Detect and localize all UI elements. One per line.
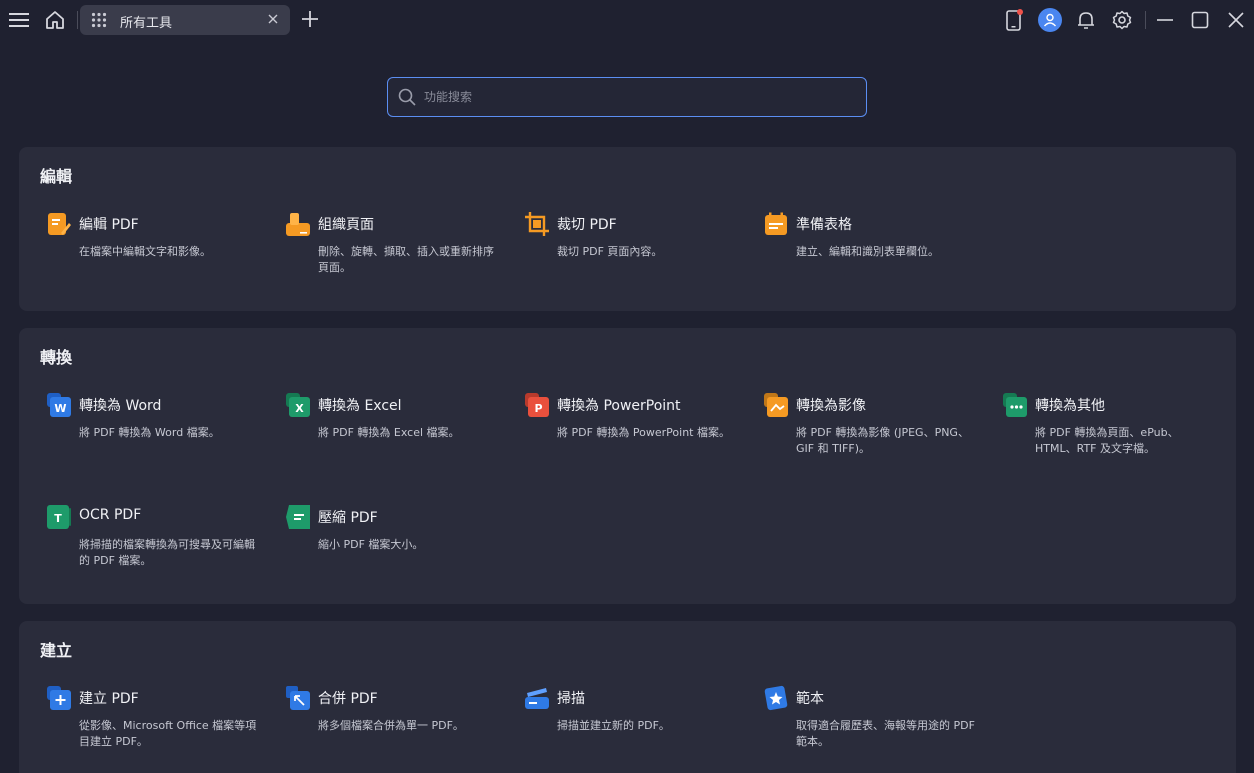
tool-name: 掃描 (557, 691, 585, 707)
organize-pages-icon (286, 213, 310, 236)
tool-description: 掃描並建立新的 PDF。 (557, 719, 670, 732)
divider (77, 11, 78, 29)
create-pdf-icon (47, 686, 71, 710)
tool-description: 在檔案中編輯文字和影像。 (79, 245, 211, 258)
gear-icon[interactable] (1111, 9, 1133, 31)
close-icon[interactable] (1225, 9, 1247, 31)
ocr-icon: T (47, 505, 71, 529)
other-format-icon (1003, 393, 1027, 417)
tool-description: 建立、編輯和識別表單欄位。 (796, 245, 939, 258)
tool-name: 範本 (796, 691, 824, 707)
tool-description: 將 PDF 轉換為 Word 檔案。 (79, 426, 220, 439)
svg-text:T: T (54, 512, 62, 525)
mobile-device-icon[interactable] (1003, 8, 1025, 32)
title-bar: 所有工具 (0, 0, 1254, 40)
close-tab-icon[interactable] (266, 12, 280, 26)
prepare-form-icon (765, 212, 787, 235)
tool-name: 轉換為 Excel (318, 398, 402, 414)
new-tab-icon[interactable] (299, 8, 321, 30)
tool-description: 將掃描的檔案轉換為可搜尋及可編輯的 PDF 檔案。 (79, 538, 255, 567)
divider (1145, 11, 1146, 29)
tool-name: 轉換為 PowerPoint (557, 398, 681, 414)
section-convert: 轉換 W 轉換為 Word 將 PDF 轉換為 Word 檔案。 X 轉換為 E… (19, 328, 1236, 604)
powerpoint-icon: P (525, 393, 549, 417)
tool-description: 縮小 PDF 檔案大小。 (318, 538, 424, 551)
menu-icon[interactable] (8, 9, 30, 31)
compress-icon (286, 505, 310, 529)
tool-description: 將 PDF 轉換為頁面、ePub、HTML、RTF 及文字檔。 (1035, 426, 1179, 455)
section-title: 編輯 (40, 167, 73, 186)
avatar-icon[interactable] (1038, 8, 1062, 32)
tool-name: 轉換為影像 (796, 398, 866, 414)
tool-name: 組織頁面 (318, 217, 374, 233)
home-icon[interactable] (43, 8, 67, 32)
tool-description: 將 PDF 轉換為 PowerPoint 檔案。 (557, 426, 730, 439)
scan-icon (525, 688, 549, 709)
tool-name: 轉換為 Word (79, 398, 162, 414)
tool-name: 裁切 PDF (557, 217, 617, 233)
svg-text:W: W (54, 402, 66, 415)
tool-description: 將多個檔案合併為單一 PDF。 (318, 719, 464, 732)
tool-name: 準備表格 (796, 217, 852, 233)
crop-pdf-icon (525, 212, 549, 236)
tool-description: 取得適合履歷表、海報等用途的 PDF 範本。 (796, 719, 975, 748)
tab-all-tools[interactable]: 所有工具 (80, 5, 290, 35)
bell-icon[interactable] (1075, 9, 1097, 31)
tool-description: 從影像、Microsoft Office 檔案等項目建立 PDF。 (79, 719, 257, 748)
tab-title: 所有工具 (120, 16, 173, 31)
tool-description: 刪除、旋轉、擷取、插入或重新排序頁面。 (318, 245, 494, 274)
word-icon: W (47, 393, 71, 417)
excel-icon: X (286, 393, 310, 417)
edit-pdf-icon (48, 213, 71, 235)
tool-description: 將 PDF 轉換為影像 (JPEG、PNG、GIF 和 TIFF)。 (796, 426, 969, 455)
tool-description: 裁切 PDF 頁面內容。 (557, 245, 663, 258)
section-edit: 編輯 編輯 PDF 在檔案中編輯文字和影像。 組織頁面 刪除、旋轉、擷取、插入或… (19, 147, 1236, 311)
image-icon (764, 393, 788, 417)
svg-text:P: P (534, 402, 542, 415)
search-box[interactable] (387, 77, 867, 117)
svg-text:X: X (295, 402, 304, 415)
search-input[interactable] (424, 78, 854, 116)
grid-icon (91, 12, 107, 28)
tool-name: 壓縮 PDF (318, 510, 378, 526)
tool-name: 建立 PDF (79, 691, 139, 707)
search-icon (398, 88, 416, 106)
tool-name: 編輯 PDF (79, 217, 139, 233)
minimize-icon[interactable] (1154, 9, 1176, 31)
maximize-icon[interactable] (1189, 9, 1211, 31)
section-title: 建立 (40, 641, 73, 660)
tool-name: 轉換為其他 (1035, 398, 1105, 414)
template-icon (764, 685, 788, 711)
tool-name: OCR PDF (79, 507, 142, 523)
tool-name: 合併 PDF (318, 691, 378, 707)
merge-pdf-icon (286, 686, 310, 710)
tool-description: 將 PDF 轉換為 Excel 檔案。 (318, 426, 460, 439)
section-create: 建立 建立 PDF 從影像、Microsoft Office 檔案等項目建立 P… (19, 621, 1236, 773)
section-title: 轉換 (40, 348, 73, 367)
